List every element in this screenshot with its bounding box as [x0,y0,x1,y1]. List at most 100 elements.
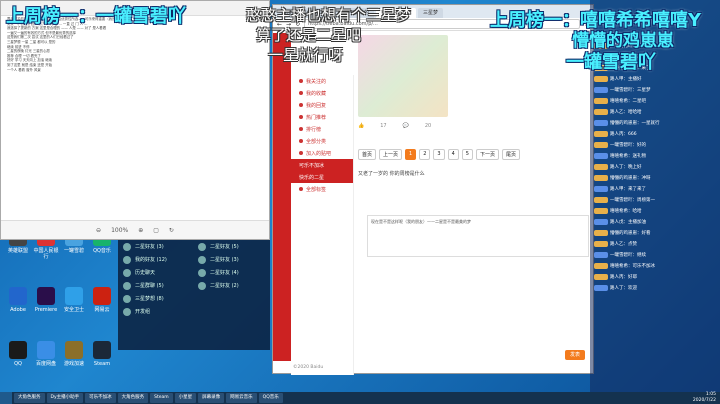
reply-text: 现在是不是这样呢（我的朋友）——二星是不是最美的梦 [371,219,471,224]
fit-page-icon[interactable]: ▢ [153,227,159,234]
level-badge [594,174,608,181]
chat-message-text: 一罐雪碧吖：周榜第一 [610,197,655,203]
zoom-in-icon[interactable]: ⊕ [138,227,143,234]
doc-line: 一个人 看着 窗外 风景 [7,67,41,72]
rotate-icon[interactable]: ↻ [169,227,174,234]
desktop-icon[interactable]: Adobe [4,287,32,334]
nav-item[interactable]: 我的收藏 [291,87,353,99]
chat-message: 一罐雪碧吖：周榜第一 [590,194,720,205]
chat-message-text: 路人甲：主播好 [610,76,642,82]
post-image [358,35,448,117]
nav-item[interactable]: 全部分类 [291,135,353,147]
clock-date: 2020/7/22 [692,398,716,403]
desktop-icon[interactable]: 网易云 [88,287,116,334]
dot-icon [299,139,303,143]
dot-icon [299,79,303,83]
chat-message-text: 嘻嘻希希：送礼物 [610,153,646,159]
qq-side-list: 二星好友 (5) 二星好友 (3) 二星好友 (4) 二星好友 (2) [193,240,270,292]
reply-prompt: 又老了一岁的 你的周榜是什么 [358,171,425,177]
list-item[interactable]: 二星好友 (3) [193,253,270,266]
level-badge [594,207,608,214]
level-badge [594,185,608,192]
nav-item[interactable]: 排行榜 [291,123,353,135]
chat-message-text: 懵懵的鸡崽崽：一星就行 [610,120,660,126]
chat-message-text: 路人甲：来了来了 [610,186,646,192]
list-item[interactable]: 二星好友 (2) [193,279,270,292]
avatar [123,281,131,290]
list-item[interactable]: 二星群聊 (5) [118,279,193,292]
level-badge [594,273,608,280]
pager-page[interactable]: 5 [461,149,473,160]
level-badge [594,262,608,269]
pager-first[interactable]: 首页 [358,149,377,160]
taskbar-item[interactable]: 网易云音乐 [226,393,257,403]
nav-item[interactable]: 我关注的 [291,75,353,87]
list-item[interactable]: 历史聊天 [118,266,193,279]
nav-item[interactable]: 热门推荐 [291,111,353,123]
document-window[interactable]: 界用冠名的雷锋们是有效的合理最佳优秀性所选——可乐来得重要（我的朋友不是卡）1—… [0,0,270,240]
submit-button-wrap: 发表 [564,350,585,360]
avatar [198,255,206,264]
browser-tab[interactable]: 三星梦 [418,8,444,18]
nav-item[interactable]: 快乐的二星 [291,171,353,183]
list-item[interactable]: 二星好友 (4) [193,266,270,279]
taskbar-item[interactable]: Steam [150,393,173,403]
list-item[interactable]: 二星好友 (3) [118,240,193,253]
desktop-icon[interactable]: Premiere [32,287,60,334]
level-badge [594,108,608,115]
level-badge [594,130,608,137]
taskbar-item[interactable]: 屏幕录像 [198,393,225,403]
dot-icon [299,103,303,107]
submit-button[interactable]: 发表 [564,350,585,360]
taskbar: 大角色服务 Dy主播小助手 可乐不加冰 大角色服务 Steam 小星星 屏幕录像… [0,392,720,404]
level-badge [594,152,608,159]
document-bottom-bar: ⊖ 100% ⊕ ▢ ↻ [1,220,269,239]
chat-message: 路人丙：666 [590,128,720,139]
pager-page[interactable]: 3 [433,149,445,160]
like-icon[interactable]: 👍 [358,123,364,129]
taskbar-item[interactable]: 可乐不加冰 [85,393,116,403]
nav-item[interactable]: 全部标签 [291,183,353,195]
comment-icon[interactable]: 💬 [403,123,409,129]
chat-message: 嘻嘻希希：二星吧 [590,95,720,106]
level-badge [594,196,608,203]
pager-page[interactable]: 4 [447,149,459,160]
taskbar-item[interactable]: 大角色服务 [117,393,149,403]
qq-contact-panel[interactable]: 二星好友 (3) 我的好友 (12) 历史聊天 二星群聊 (5) 三星梦想 (8… [118,240,270,350]
desktop-icon[interactable]: QQ [4,340,32,388]
list-item[interactable]: 开发组 [118,305,193,318]
chat-message-text: 路人丁：晚上好 [610,164,642,170]
taskbar-item[interactable]: 大角色服务 [14,393,45,403]
level-badge [594,229,608,236]
reply-editor[interactable]: 现在是不是这样呢（我的朋友）——二星是不是最美的梦 [367,215,589,257]
pager-next[interactable]: 下一页 [475,149,499,160]
start-button[interactable] [0,392,12,404]
avatar [198,281,206,290]
dot-icon [299,127,303,131]
zoom-out-icon[interactable]: ⊖ [96,227,101,234]
taskbar-item[interactable]: 小星星 [174,393,197,403]
taskbar-item[interactable]: Dy主播小助手 [46,393,84,403]
post-content: 👍 17 💬 20 首页 上一页 1 2 3 4 5 下一页 尾页 又老了一岁的 你… [358,35,588,177]
chat-message-text: 路人丙：好耶 [610,274,637,280]
overlay-left-title: 上周榜一：一罐雪碧吖 [6,6,186,27]
list-item[interactable]: 我的好友 (12) [118,253,193,266]
pager-last[interactable]: 尾页 [501,149,520,160]
desktop-icon[interactable]: 安全卫士 [60,287,88,334]
nav-item[interactable]: 我的回复 [291,99,353,111]
list-item[interactable]: 二星好友 (5) [193,240,270,253]
list-item[interactable]: 三星梦想 (8) [118,292,193,305]
chat-message: 嘻嘻希希：哈哈 [590,205,720,216]
pager-page[interactable]: 1 [405,149,417,160]
page-footer: ©2020 Baidu [293,365,324,370]
pager-prev[interactable]: 上一页 [379,149,403,160]
desktop-icon[interactable]: Steam [88,340,116,388]
desktop-icon[interactable]: 百度网盘 [32,340,60,388]
nav-item[interactable]: 加入的贴吧 [291,147,353,159]
pager-page[interactable]: 2 [419,149,431,160]
desktop-icon[interactable]: 游戏加速 [60,340,88,388]
taskbar-clock[interactable]: 1:05 2020/7/22 [693,392,716,404]
nav-item[interactable]: 可乐不加冰 [291,159,353,171]
chat-message-text: 一罐雪碧吖：三星梦 [610,87,651,93]
taskbar-item[interactable]: QQ音乐 [258,393,283,403]
